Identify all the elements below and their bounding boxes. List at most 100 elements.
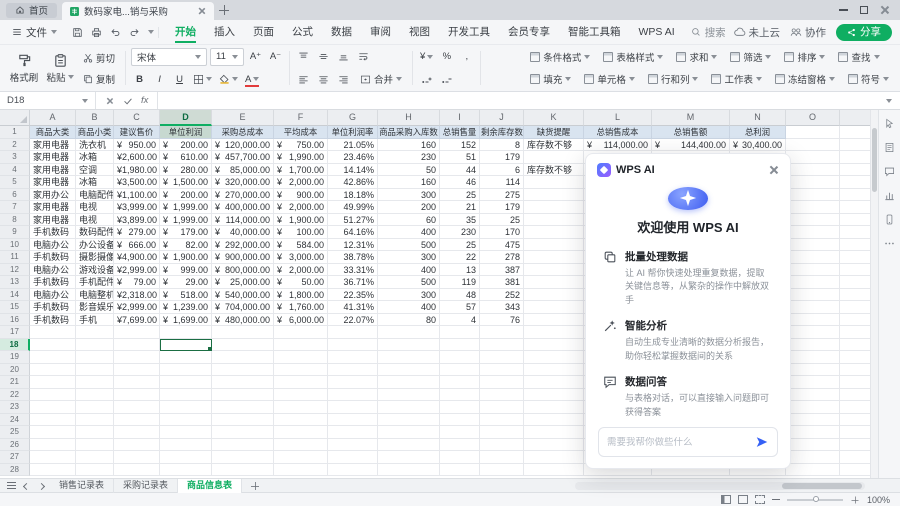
cell[interactable]: ¥114,000.00 (212, 213, 274, 226)
cell[interactable]: ¥1,990.00 (274, 151, 328, 164)
cell[interactable]: 381 (480, 276, 524, 289)
cell[interactable] (212, 438, 274, 451)
cell[interactable] (480, 326, 524, 339)
cell[interactable]: 家用电器 (30, 163, 76, 176)
cell[interactable] (786, 251, 840, 264)
cell[interactable] (114, 363, 160, 376)
cell[interactable]: 119 (440, 276, 480, 289)
cell[interactable]: 44 (440, 163, 480, 176)
next-sheet-icon[interactable] (35, 481, 47, 491)
cell[interactable]: 家用电器 (30, 201, 76, 214)
menu-tab-插入[interactable]: 插入 (205, 20, 244, 44)
cell[interactable] (274, 451, 328, 464)
cell[interactable] (30, 426, 76, 439)
cell[interactable] (524, 263, 584, 276)
cell[interactable] (524, 301, 584, 314)
row-header-7[interactable]: 7 (0, 201, 30, 214)
align-left-button[interactable] (295, 70, 312, 88)
cell[interactable] (440, 338, 480, 351)
table-header-cell[interactable]: 单位利润 (160, 126, 212, 139)
cell[interactable] (212, 463, 274, 476)
row-header-24[interactable]: 24 (0, 413, 30, 426)
cell[interactable] (786, 451, 840, 464)
underline-button[interactable]: U (171, 70, 188, 88)
cell[interactable] (212, 338, 274, 351)
cell[interactable]: ¥30,400.00 (730, 138, 786, 151)
cell[interactable]: 25 (440, 238, 480, 251)
formula-bar-collapse-icon[interactable] (878, 95, 900, 106)
shrink-font-button[interactable]: A⁻ (267, 48, 284, 66)
table-header-cell[interactable]: 商品大类 (30, 126, 76, 139)
insert-function-button[interactable]: fx (141, 95, 148, 106)
cell[interactable] (378, 401, 440, 414)
merge-cells-button[interactable]: 合并 (355, 70, 407, 89)
cell[interactable] (378, 426, 440, 439)
cell[interactable] (440, 376, 480, 389)
menu-tab-会员专享[interactable]: 会员专享 (499, 20, 559, 44)
cell[interactable] (328, 451, 378, 464)
cell[interactable] (76, 426, 114, 439)
cell[interactable]: ¥2,600.00 (114, 151, 160, 164)
normal-view-icon[interactable] (720, 495, 731, 504)
cell[interactable]: 洗衣机 (76, 138, 114, 151)
cell[interactable]: ¥7,699.00 (114, 313, 160, 326)
cell[interactable]: ¥950.00 (114, 138, 160, 151)
cell[interactable] (114, 351, 160, 364)
row-header-4[interactable]: 4 (0, 163, 30, 176)
cell[interactable]: ¥270,000.00 (212, 188, 274, 201)
cell[interactable]: ¥85,000.00 (212, 163, 274, 176)
row-header-23[interactable]: 23 (0, 401, 30, 414)
row-header-14[interactable]: 14 (0, 288, 30, 301)
cell[interactable]: 8 (480, 138, 524, 151)
cell[interactable] (480, 401, 524, 414)
formula-input[interactable] (158, 92, 878, 109)
cell[interactable] (212, 351, 274, 364)
cell[interactable]: 冰箱 (76, 151, 114, 164)
cell[interactable] (786, 176, 840, 189)
cell[interactable] (440, 363, 480, 376)
cell[interactable] (160, 376, 212, 389)
cell[interactable] (76, 388, 114, 401)
cell[interactable]: ¥1,999.00 (160, 201, 212, 214)
minimize-icon[interactable] (839, 9, 848, 11)
cell[interactable]: ¥200.00 (160, 138, 212, 151)
cell[interactable]: ¥279.00 (114, 226, 160, 239)
side-chat-icon[interactable] (884, 166, 895, 177)
row-header-3[interactable]: 3 (0, 151, 30, 164)
cell[interactable]: 400 (378, 226, 440, 239)
cell[interactable] (160, 413, 212, 426)
prev-sheet-icon[interactable] (20, 481, 32, 491)
cell[interactable] (160, 401, 212, 414)
cell[interactable]: 41.31% (328, 301, 378, 314)
cell[interactable]: 230 (440, 226, 480, 239)
cell[interactable] (480, 363, 524, 376)
table-header-cell[interactable]: 总销售额 (652, 126, 730, 139)
table-header-cell[interactable]: 总销售量 (440, 126, 480, 139)
side-more-icon[interactable] (884, 238, 895, 249)
cell[interactable]: ¥2,000.00 (274, 201, 328, 214)
cell[interactable]: ¥750.00 (274, 138, 328, 151)
zoom-slider[interactable] (786, 496, 843, 502)
cell[interactable]: 51 (440, 151, 480, 164)
cell[interactable] (76, 376, 114, 389)
font-color-button[interactable]: A (243, 70, 261, 88)
cell[interactable] (440, 426, 480, 439)
row-header-9[interactable]: 9 (0, 226, 30, 239)
cell[interactable] (786, 463, 840, 476)
align-middle-button[interactable] (315, 48, 332, 66)
row-header-21[interactable]: 21 (0, 376, 30, 389)
cell[interactable] (786, 376, 840, 389)
cell[interactable] (524, 426, 584, 439)
cell[interactable] (524, 188, 584, 201)
cell[interactable]: ¥114,000.00 (584, 138, 652, 151)
cell[interactable] (274, 413, 328, 426)
cell[interactable] (524, 401, 584, 414)
table-header-cell[interactable]: 剩余库存数 (480, 126, 524, 139)
cell[interactable] (786, 438, 840, 451)
cell[interactable]: 80 (378, 313, 440, 326)
cell[interactable] (378, 463, 440, 476)
cell[interactable]: 21.05% (328, 138, 378, 151)
cell[interactable] (328, 401, 378, 414)
toolbar-button-求和[interactable]: 求和 (671, 47, 722, 66)
cell[interactable] (524, 376, 584, 389)
